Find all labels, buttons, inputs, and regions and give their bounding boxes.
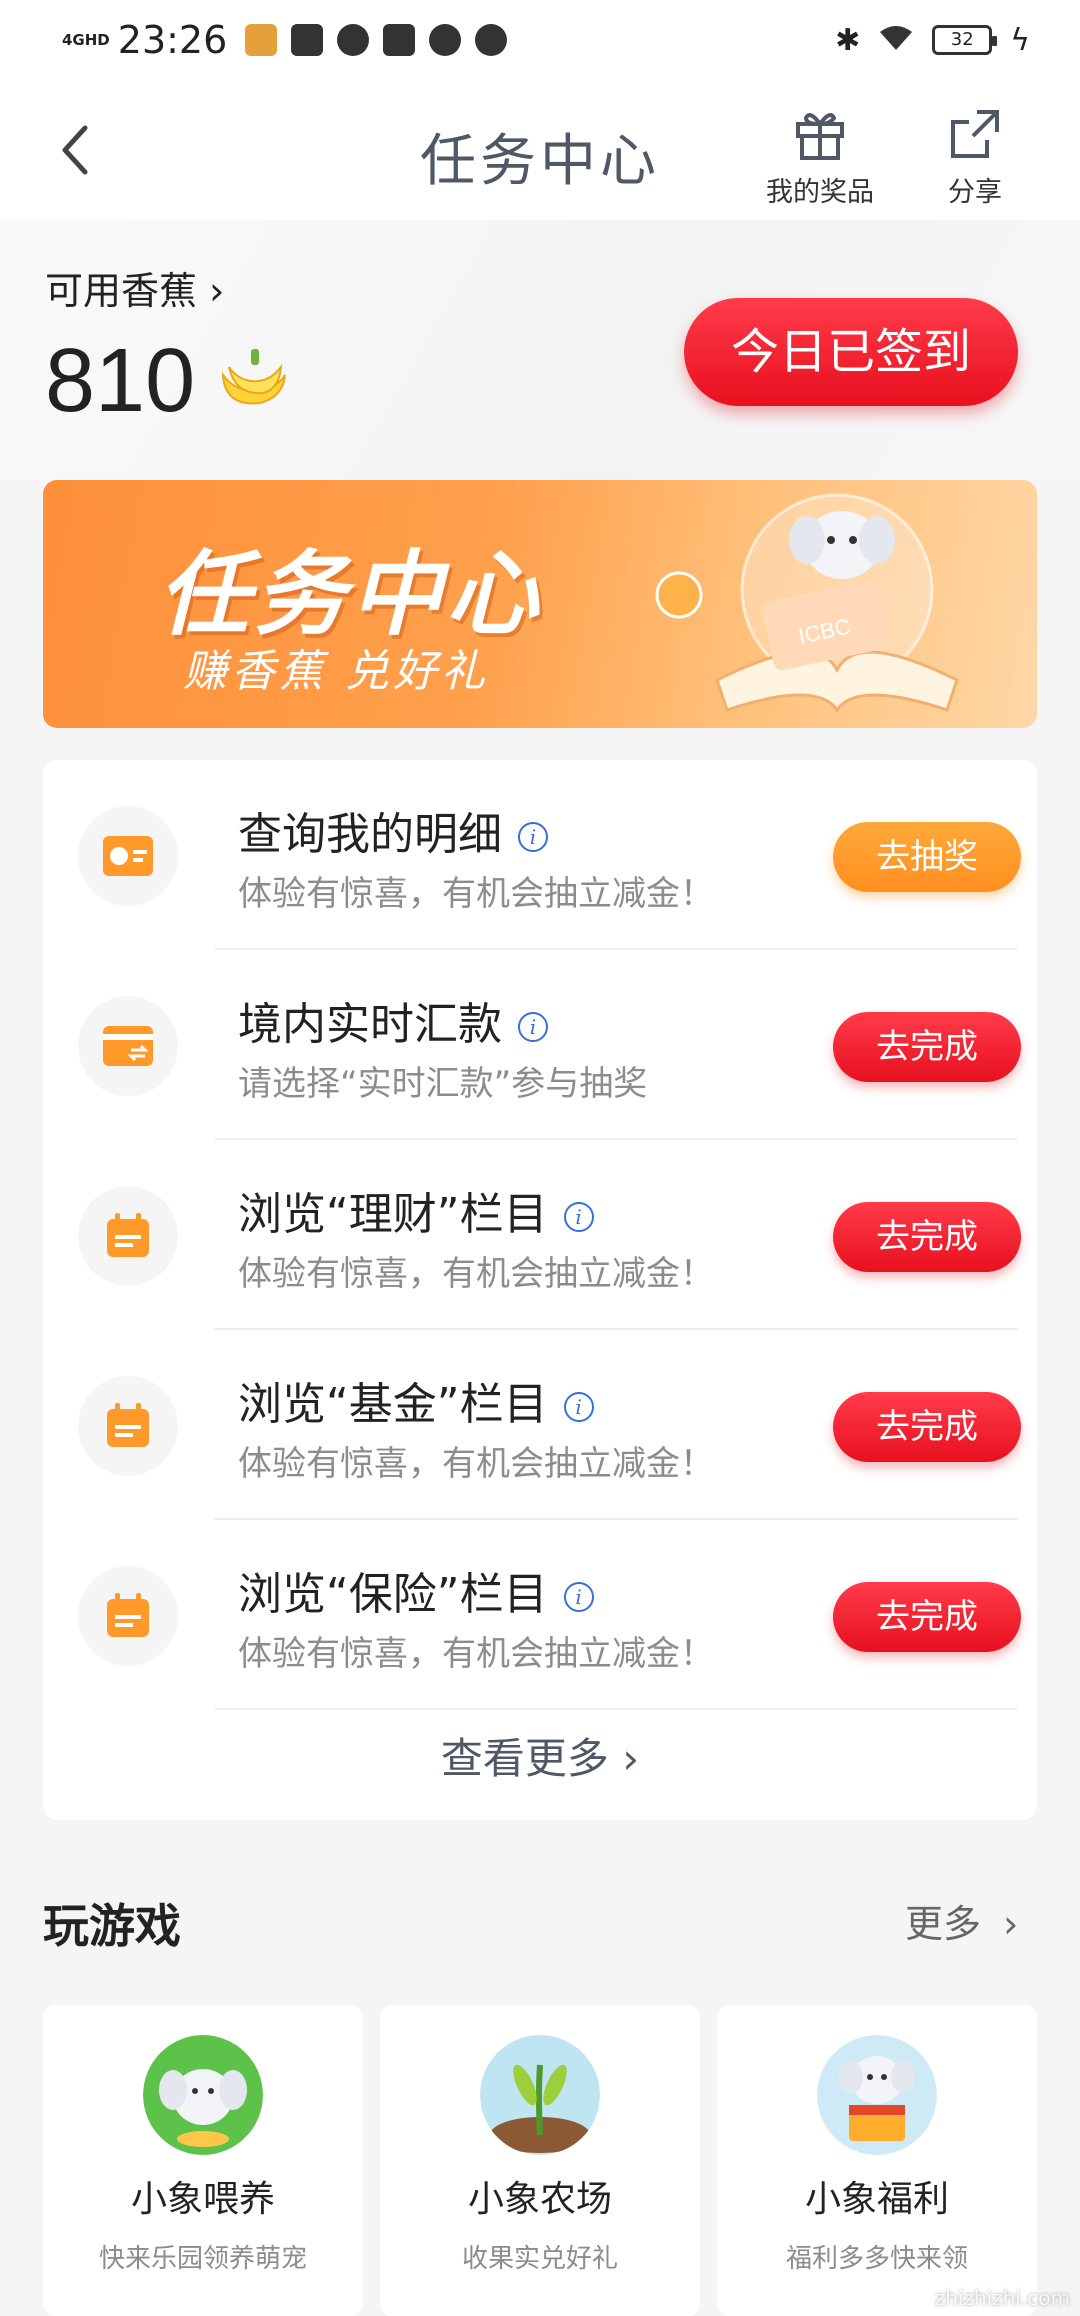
status-bar: 4GHD 23:26 ✱ 32 ϟ [0,0,1080,80]
task-title: 浏览“保险”栏目 [238,1569,548,1620]
battery-indicator: 32 [932,25,998,55]
info-icon[interactable]: i [563,1202,594,1232]
balance-section: 可用香蕉 › 810 今日已签到 [0,220,1080,480]
chevron-right-icon: › [1003,1902,1019,1946]
game-card-feeding[interactable]: 小象喂养 快来乐园领养萌宠 [43,2005,363,2316]
chevron-right-icon: › [209,269,225,313]
task-row: 境内实时汇款 i 请选择“实时汇款”参与抽奖 去完成 [43,950,1037,1140]
app-notification-icon [245,24,278,56]
farm-sprout-avatar [480,2035,600,2155]
task-subtitle: 体验有惊喜，有机会抽立减金！ [238,1444,714,1484]
complete-task-button[interactable]: 去完成 [833,1392,1021,1462]
info-icon[interactable]: i [518,1012,548,1042]
status-time: 23:26 [117,18,228,62]
info-icon[interactable]: i [518,822,548,852]
elephant-feeding-avatar [143,2035,263,2155]
game-card-welfare[interactable]: 小象福利 福利多多快来领 [717,2005,1037,2316]
task-title: 浏览“理财”栏目 [238,1189,548,1240]
my-prizes-label: 我的奖品 [766,177,874,208]
complete-task-button[interactable]: 去完成 [833,1202,1021,1272]
weibo-icon [475,24,508,56]
bluetooth-icon: ✱ [835,22,861,58]
wifi-icon [878,20,914,61]
navigation-bar: 任务中心 我的奖品 分享 [0,80,1080,220]
calendar-icon [107,1403,149,1447]
complete-task-button[interactable]: 去完成 [833,1012,1021,1082]
calendar-icon [107,1593,149,1637]
task-title: 境内实时汇款 [238,999,502,1050]
elephant-welfare-avatar [817,2035,937,2155]
task-row: 浏览“保险”栏目 i 体验有惊喜，有机会抽立减金！ 去完成 [43,1520,1037,1710]
task-subtitle: 体验有惊喜，有机会抽立减金！ [238,1254,714,1294]
location-icon [429,24,462,56]
mail-icon [383,24,416,56]
page-title: 任务中心 [420,129,660,194]
my-prizes-button[interactable]: 我的奖品 [755,106,885,209]
game-name: 小象农场 [467,2179,612,2220]
game-description: 收果实兑好礼 [461,2244,618,2274]
calendar-icon [107,1213,149,1257]
share-label: 分享 [948,177,1002,208]
task-row: 浏览“基金”栏目 i 体验有惊喜，有机会抽立减金！ 去完成 [43,1330,1037,1520]
games-section-title: 玩游戏 [43,1899,181,1953]
watermark: zhizhizhi.com [934,2286,1070,2310]
elephant-mascot-illustration: ICBC [655,493,959,713]
banana-icon [221,349,286,405]
charging-icon: ϟ [1010,22,1030,58]
info-icon[interactable]: i [563,1392,594,1422]
banner-subtitle: 赚香蕉 兑好礼 [153,633,689,701]
available-bananas-link[interactable]: 可用香蕉 › [45,260,224,315]
see-more-link[interactable]: 查看更多 › [43,1725,1037,1786]
game-description: 快来乐园领养萌宠 [98,2244,307,2274]
chevron-right-icon: › [622,1734,640,1783]
task-subtitle: 体验有惊喜，有机会抽立减金！ [238,1634,714,1674]
book-icon [291,24,324,56]
signed-in-today-button[interactable]: 今日已签到 [684,298,1018,406]
game-description: 福利多多快来领 [785,2244,968,2274]
divider [215,1708,1017,1710]
share-icon [951,110,999,158]
share-button[interactable]: 分享 [925,106,1025,209]
games-more-label: 更多 [905,1902,982,1946]
task-subtitle: 体验有惊喜，有机会抽立减金！ [238,874,714,914]
game-card-farm[interactable]: 小象农场 收果实兑好礼 [380,2005,700,2316]
banner-title: 任务中心 [158,541,543,648]
network-indicator: 4GHD [62,30,110,49]
see-more-label: 查看更多 [440,1734,609,1783]
info-icon[interactable]: i [563,1582,594,1612]
game-name: 小象喂养 [130,2179,275,2220]
complete-task-button[interactable]: 去完成 [833,1582,1021,1652]
banana-balance: 810 [45,331,196,431]
chart-card-icon [103,836,153,876]
task-row: 查询我的明细 i 体验有惊喜，有机会抽立减金！ 去抽奖 [43,760,1037,950]
games-more-link[interactable]: 更多 › [905,1893,1018,1948]
game-name: 小象福利 [804,2179,949,2220]
task-row: 浏览“理财”栏目 i 体验有惊喜，有机会抽立减金！ 去完成 [43,1140,1037,1330]
task-title: 查询我的明细 [238,809,502,860]
task-title: 浏览“基金”栏目 [238,1379,548,1430]
available-bananas-label: 可用香蕉 [45,269,198,313]
gift-icon [796,113,844,160]
audio-icon [337,24,370,56]
transfer-card-icon [103,1026,153,1066]
task-center-banner[interactable]: 任务中心 赚香蕉 兑好礼 ICBC [43,480,1037,728]
task-subtitle: 请选择“实时汇款”参与抽奖 [238,1064,648,1104]
draw-lottery-button[interactable]: 去抽奖 [833,822,1021,892]
task-list: 查询我的明细 i 体验有惊喜，有机会抽立减金！ 去抽奖 境内实时汇款 i 请选择“实… [43,760,1037,1820]
